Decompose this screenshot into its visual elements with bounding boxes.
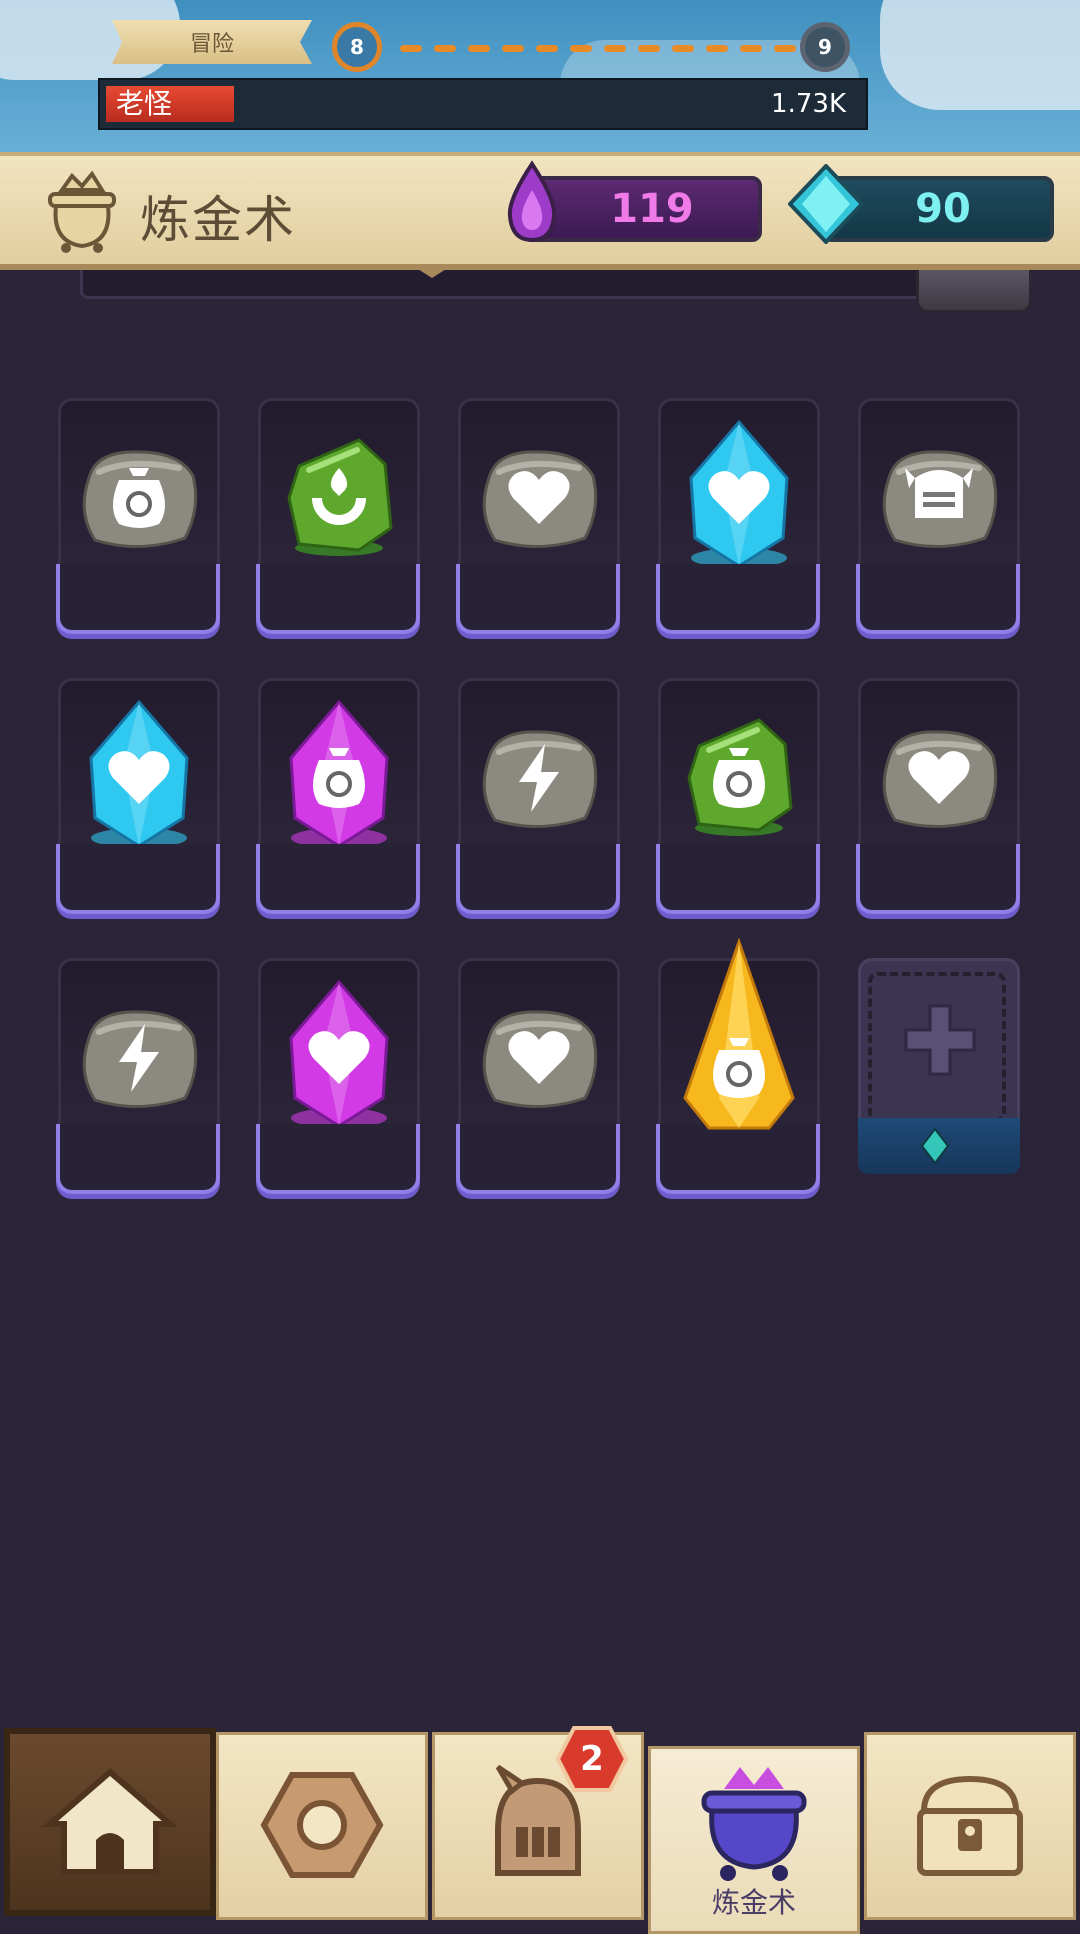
qp-label (656, 844, 820, 914)
alchemy-slot[interactable] (54, 678, 224, 928)
add-slot-cost (858, 1118, 1020, 1174)
progress-dash (740, 45, 762, 52)
badge-count: 2 (580, 1739, 604, 1779)
qp-label (856, 564, 1020, 634)
panel-button[interactable] (916, 264, 1032, 313)
gem-icon (788, 164, 864, 244)
alchemy-slot[interactable] (454, 678, 624, 928)
rare-crystal (689, 419, 789, 568)
common-crystal (882, 730, 998, 828)
progress-dash (774, 45, 796, 52)
alchemy-slot[interactable] (654, 398, 824, 648)
progress-dash (468, 45, 490, 52)
essence-drop-icon (507, 160, 557, 243)
alchemy-slot[interactable] (54, 398, 224, 648)
epic-crystal (289, 979, 389, 1128)
current-level-marker: 8 (332, 22, 382, 72)
alchemy-slot[interactable] (254, 398, 424, 648)
cauldron-icon (701, 1767, 807, 1881)
notification-badge: 2 (555, 1726, 629, 1792)
qp-label (456, 1124, 620, 1194)
boss-health-bar: 老怪 1.73K (98, 78, 868, 130)
alchemy-slot[interactable] (254, 678, 424, 928)
qp-label (56, 844, 220, 914)
alchemy-slot[interactable] (654, 937, 824, 1208)
alchemy-slot[interactable] (654, 678, 824, 928)
hexagon-icon (260, 1772, 384, 1878)
house-icon (41, 1768, 179, 1875)
cloud (880, 0, 1080, 110)
progress-dash (604, 45, 626, 52)
alchemy-slot[interactable] (254, 958, 424, 1208)
cauldron-icon (48, 170, 116, 253)
page-title: 炼金术 (140, 191, 296, 249)
nav-tab-home[interactable] (4, 1728, 216, 1916)
common-crystal (82, 450, 198, 548)
qp-label (56, 1124, 220, 1194)
epic-crystal (289, 699, 389, 848)
qp-label (256, 564, 420, 634)
qp-label (256, 1124, 420, 1194)
nav-tab-hex[interactable] (216, 1732, 428, 1920)
header-notch (410, 264, 454, 278)
treasure-chest-icon (917, 1775, 1023, 1876)
uncommon-crystal (287, 438, 393, 556)
next-level-marker: 9 (800, 22, 850, 72)
qp-label (456, 564, 620, 634)
alchemy-slot[interactable] (854, 398, 1024, 648)
common-crystal (882, 450, 998, 548)
gem-icon (920, 1127, 950, 1165)
nav-tab-label: 炼金术 (711, 1886, 796, 1919)
alchemy-slot[interactable] (454, 958, 624, 1208)
qp-label (656, 564, 820, 634)
alchemy-slot[interactable] (454, 398, 624, 648)
bottom-navigation: 炼金术 (0, 1726, 1080, 1934)
legendary-crystal (683, 937, 795, 1130)
alchemy-slot[interactable] (854, 678, 1024, 928)
progress-dash (570, 45, 592, 52)
qp-label (456, 844, 620, 914)
common-crystal (82, 1010, 198, 1108)
add-slot-button[interactable] (854, 958, 1024, 1208)
qp-label (856, 844, 1020, 914)
hidden-info-panel (80, 266, 926, 299)
mode-ribbon[interactable]: 冒险 (112, 20, 312, 64)
common-crystal (482, 450, 598, 548)
progress-dash (434, 45, 456, 52)
progress-dash (706, 45, 728, 52)
progress-dash (536, 45, 558, 52)
common-crystal (482, 1010, 598, 1108)
common-crystal (482, 730, 598, 828)
alchemy-slot[interactable] (54, 958, 224, 1208)
progress-dash (400, 45, 422, 52)
boss-label: 老怪 (116, 87, 173, 120)
qp-label (56, 564, 220, 634)
qp-label (256, 844, 420, 914)
progress-dash (502, 45, 524, 52)
nav-tab-alchemy[interactable]: 炼金术 (648, 1746, 860, 1934)
rare-crystal (89, 699, 189, 848)
boss-hp-value: 1.73K (771, 89, 846, 119)
progress-dash (672, 45, 694, 52)
nav-tab-chest[interactable] (864, 1732, 1076, 1920)
plus-icon (904, 1004, 976, 1076)
uncommon-crystal (687, 718, 793, 836)
progress-dash (638, 45, 660, 52)
